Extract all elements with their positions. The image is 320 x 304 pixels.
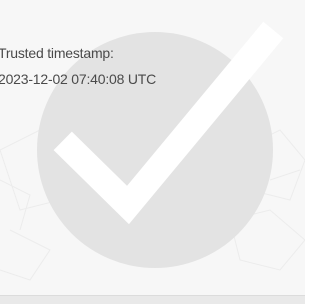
timestamp-value: 2023-12-02 07:40:08 UTC (0, 71, 157, 87)
timestamp-info: Trusted timestamp: 2023-12-02 07:40:08 U… (0, 40, 156, 92)
bottom-divider (0, 295, 305, 304)
timestamp-label: Trusted timestamp: (0, 45, 114, 61)
timestamp-panel: Trusted timestamp: 2023-12-02 07:40:08 U… (0, 0, 305, 304)
